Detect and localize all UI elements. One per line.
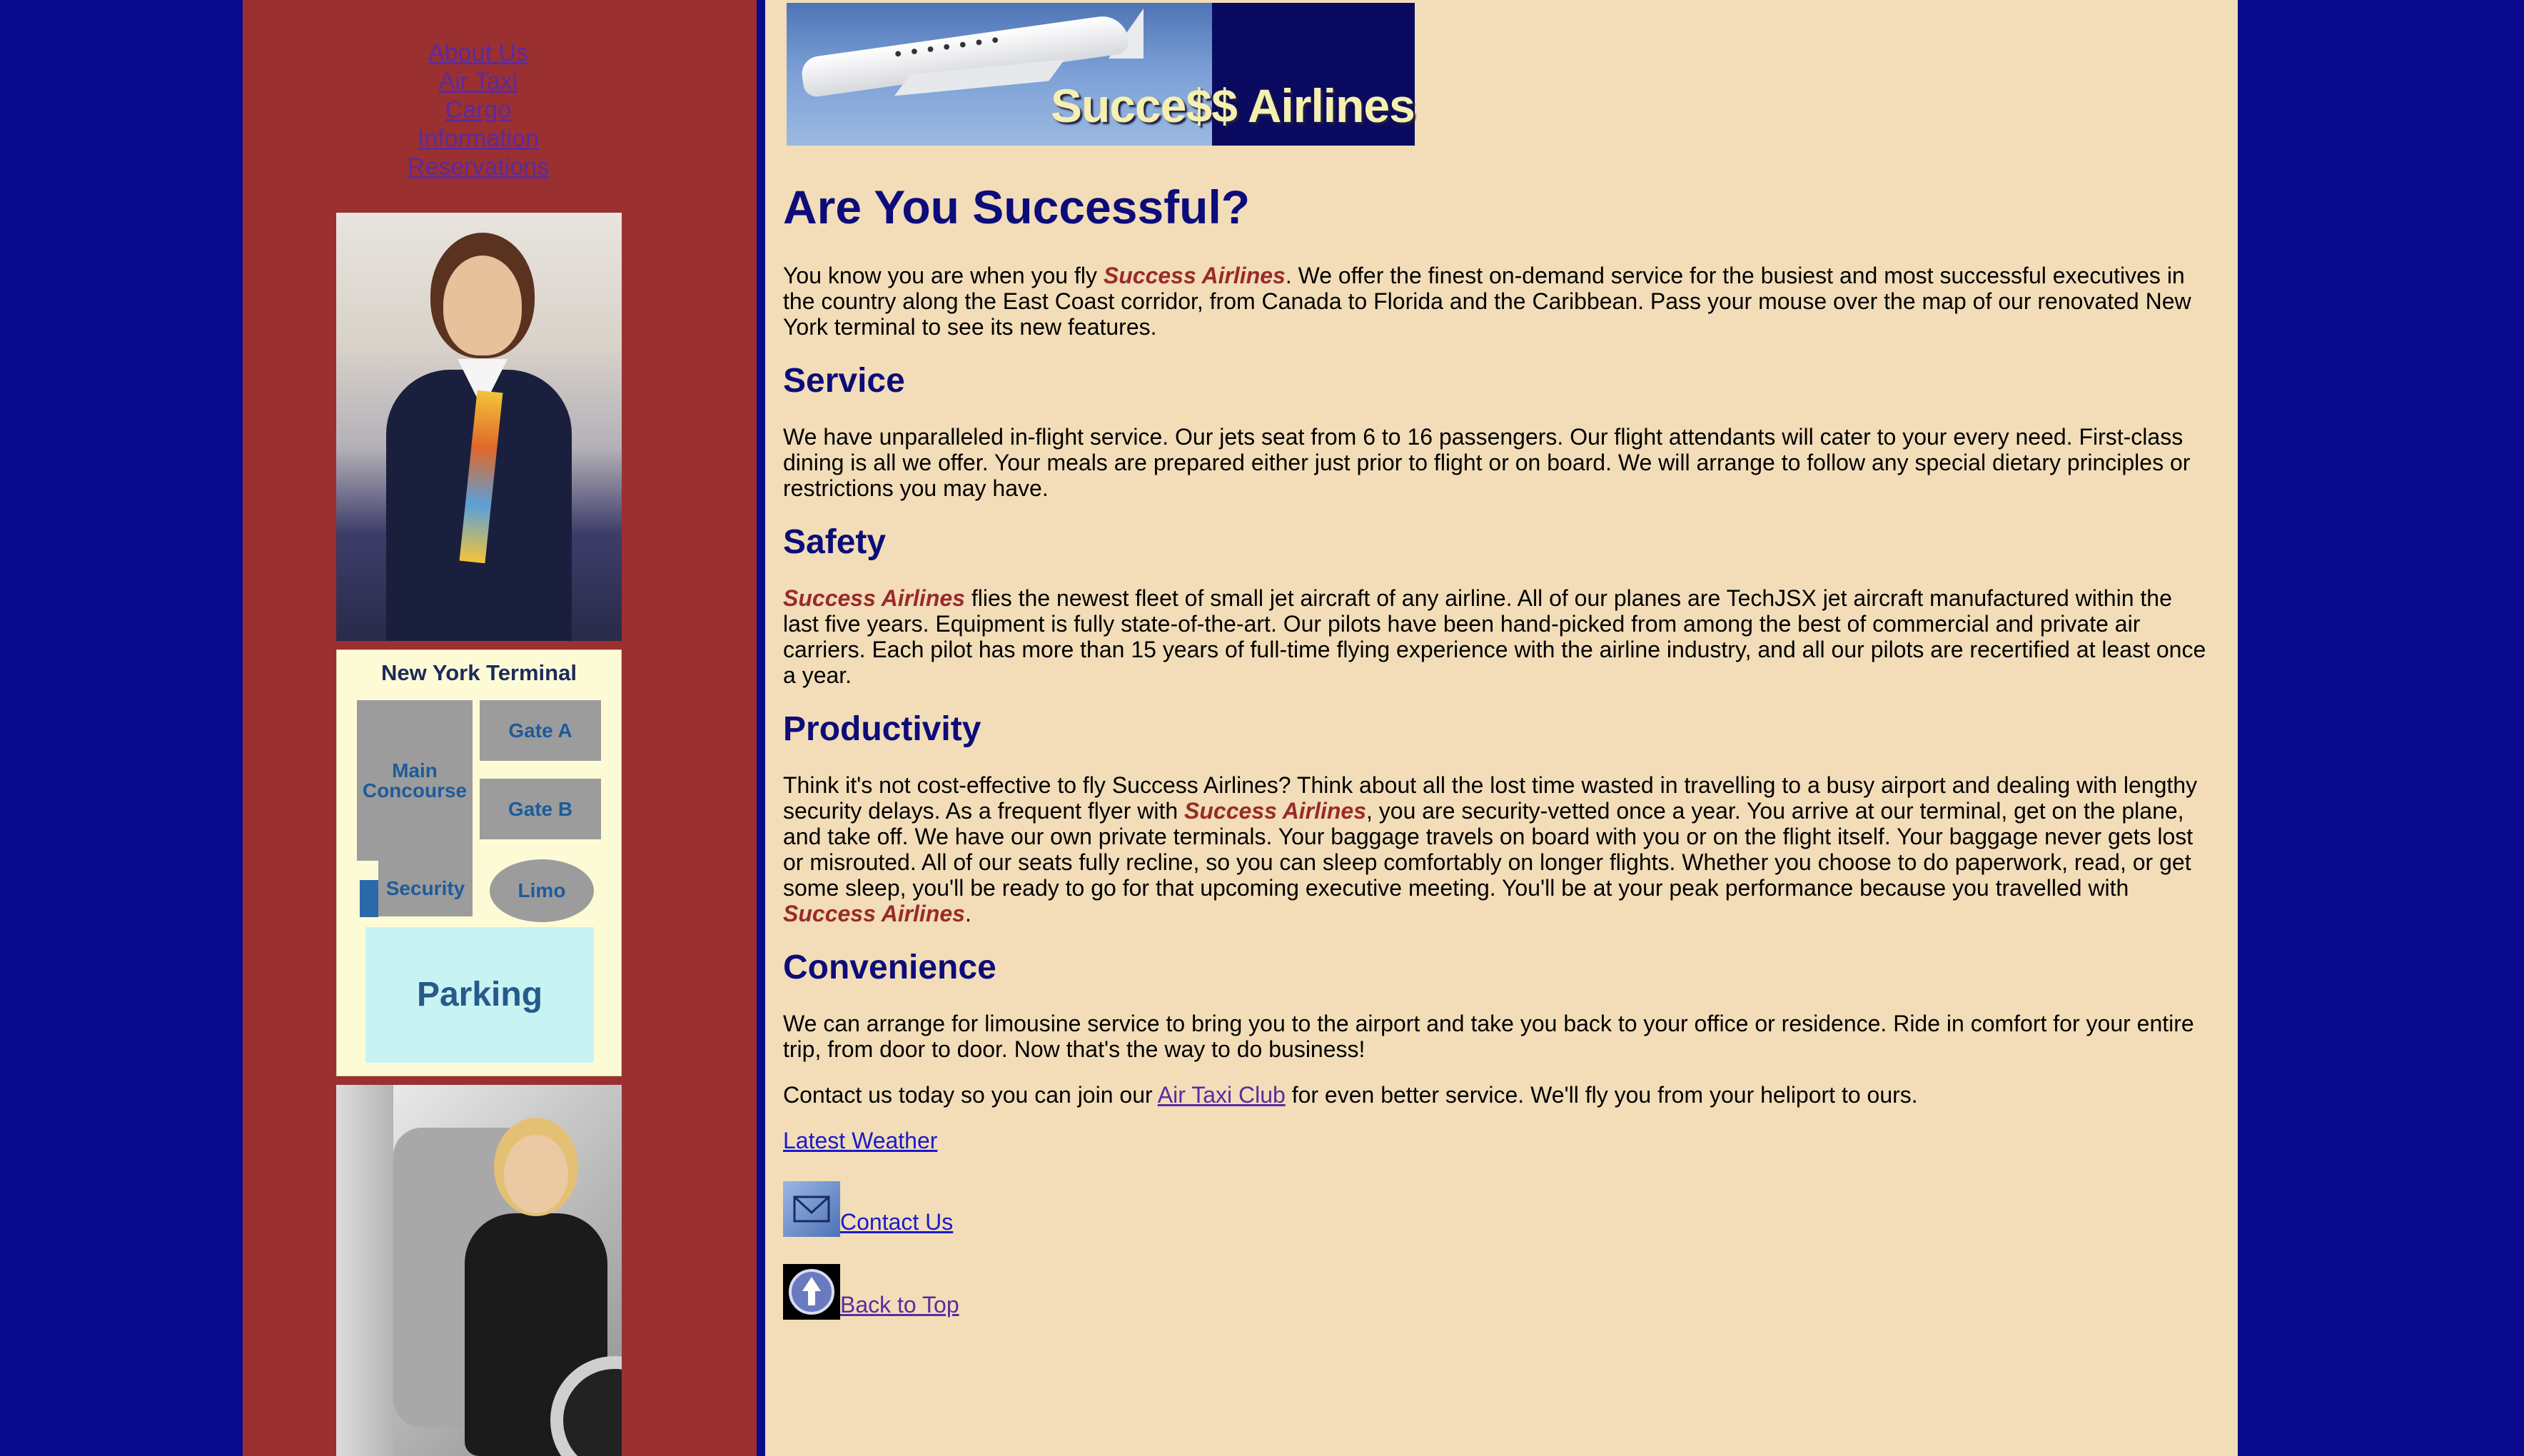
map-parking[interactable]: Parking [365, 927, 594, 1063]
brand-name: Success Airlines [783, 901, 965, 926]
back-to-top-link[interactable]: Back to Top [840, 1292, 959, 1318]
sidebar: About Us Air Taxi Cargo Information Rese… [243, 0, 757, 1456]
air-taxi-club-link[interactable]: Air Taxi Club [1158, 1082, 1286, 1108]
nav-link-air-taxi[interactable]: Air Taxi [243, 67, 714, 96]
contact-paragraph: Contact us today so you can join our Air… [783, 1082, 1918, 1108]
productivity-heading: Productivity [783, 710, 981, 748]
convenience-heading: Convenience [783, 949, 996, 986]
brand-name: Success Airlines [1103, 263, 1286, 288]
nav-link-about-us[interactable]: About Us [243, 39, 714, 67]
map-gate-a[interactable]: Gate A [480, 700, 601, 761]
brand-name: Success Airlines [783, 585, 965, 611]
convenience-paragraph: We can arrange for limousine service to … [783, 1011, 2194, 1062]
security-marker [360, 880, 378, 917]
map-title: New York Terminal [381, 660, 577, 685]
nav-link-information[interactable]: Information [243, 124, 714, 153]
map-limo[interactable]: Limo [490, 859, 594, 922]
map-gate-b[interactable]: Gate B [480, 779, 601, 839]
nav-link-reservations[interactable]: Reservations [243, 153, 714, 181]
map-main-concourse[interactable]: Main Concourse [357, 700, 473, 861]
latest-weather-link[interactable]: Latest Weather [783, 1128, 937, 1153]
terminal-map[interactable]: New York Terminal Main Concourse Securit… [336, 649, 622, 1076]
service-heading: Service [783, 362, 905, 400]
intro-paragraph: You know you are when you fly Success Ai… [783, 263, 2191, 340]
column-divider [757, 0, 765, 1456]
safety-heading: Safety [783, 523, 887, 561]
article: Are You Successful? You know you are whe… [783, 178, 2211, 1320]
limo-passenger-photo [336, 1085, 622, 1456]
airline-banner: ●●●●●●● Succe$$ Airlines [787, 3, 1415, 146]
banner-logo-text: Succe$$ Airlines [1051, 79, 1415, 132]
up-arrow-icon[interactable] [783, 1264, 840, 1320]
nav-link-cargo[interactable]: Cargo [243, 96, 714, 124]
sidebar-nav: About Us Air Taxi Cargo Information Rese… [243, 39, 714, 181]
brand-name: Success Airlines [1184, 798, 1366, 824]
service-paragraph: We have unparalleled in-flight service. … [783, 424, 2191, 501]
weather-row: Latest Weather [783, 1128, 2211, 1154]
envelope-icon[interactable] [783, 1181, 840, 1237]
contact-us-row: Contact Us [783, 1181, 2211, 1237]
contact-us-link[interactable]: Contact Us [840, 1209, 953, 1235]
page-title: Are You Successful? [783, 181, 1251, 233]
back-to-top-row: Back to Top [783, 1264, 2211, 1320]
map-security[interactable]: Security [378, 861, 473, 916]
safety-paragraph: Success Airlines flies the newest fleet … [783, 585, 2206, 688]
productivity-paragraph: Think it's not cost-effective to fly Suc… [783, 772, 2198, 926]
flight-attendant-photo [336, 213, 622, 641]
